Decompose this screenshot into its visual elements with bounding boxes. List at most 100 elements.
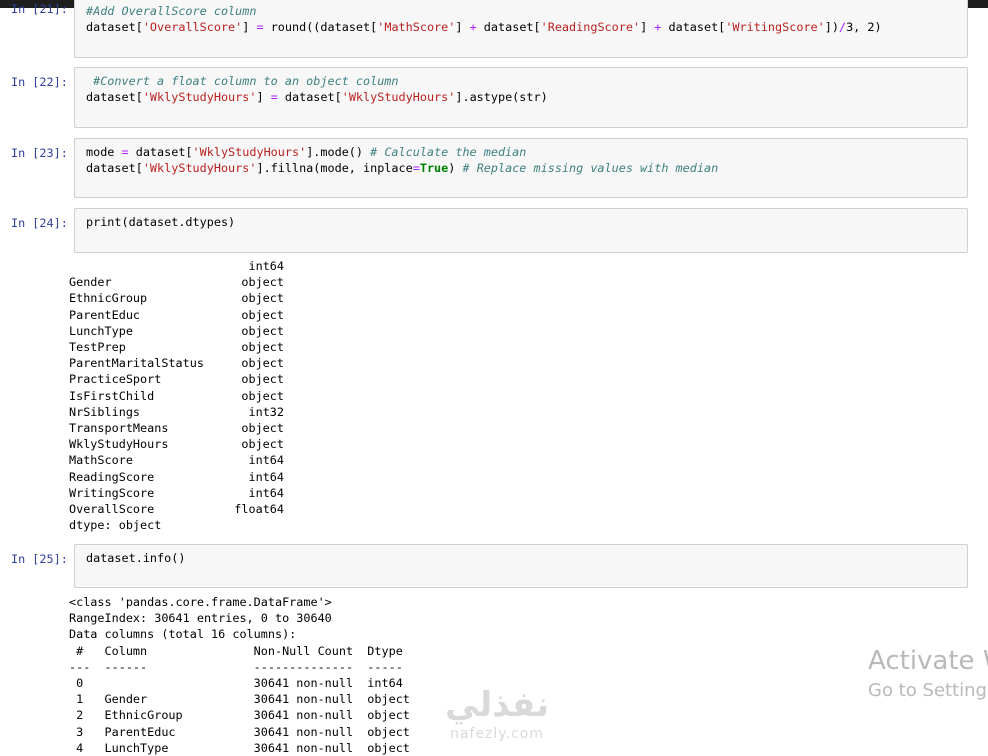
dtype-value: int32 — [248, 404, 284, 419]
info-output-line: 3 ParentEduc 30641 non-null object — [69, 724, 410, 739]
cell-prompt: In [23]: — [11, 146, 68, 160]
info-output-line: --- ------ -------------- ----- — [69, 659, 410, 674]
dtype-value: int64 — [248, 453, 284, 468]
code-token: mode — [86, 145, 122, 159]
dtype-column-name: WklyStudyHours — [69, 437, 169, 452]
code-token: 'WritingScore' — [725, 20, 825, 34]
watermark-latin-text: nafezly.com — [450, 726, 544, 742]
dtype-value: object — [241, 356, 284, 371]
code-token: 'ReadingScore' — [540, 20, 641, 34]
info-output-line: 1 Gender 30641 non-null object — [69, 692, 410, 707]
code-token: ] — [242, 20, 257, 34]
code-line: dataset['OverallScore'] = round((dataset… — [86, 19, 882, 35]
code-line: dataset['WklyStudyHours'].fillna(mode, i… — [86, 160, 718, 176]
code-token: 'WklyStudyHours' — [192, 145, 307, 159]
code-token: #Convert a float column to an object col… — [86, 74, 399, 88]
code-token: / — [838, 20, 847, 34]
code-token: 'WklyStudyHours' — [142, 161, 257, 175]
code-token: ] — [455, 20, 470, 34]
dtype-value: object — [241, 340, 284, 354]
code-token: 'WklyStudyHours' — [341, 90, 456, 104]
code-token: dataset[ — [86, 90, 143, 104]
code-token: ] — [256, 90, 271, 104]
dtype-column-name: NrSiblings — [69, 404, 141, 419]
code-token: # Replace missing values with median — [462, 161, 719, 175]
code-line: dataset['WklyStudyHours'] = dataset['Wkl… — [86, 89, 548, 105]
code-line: #Add OverallScore column — [86, 3, 256, 19]
code-input-area[interactable]: dataset.info() — [74, 544, 968, 588]
dtype-value: int64 — [248, 485, 284, 500]
code-line: print(dataset.dtypes) — [86, 214, 235, 230]
code-line: dataset.info() — [86, 550, 185, 566]
code-token: dataset.info() — [86, 551, 186, 565]
code-token: ].mode() — [306, 145, 371, 159]
dtype-value: object — [241, 421, 284, 435]
code-input-area[interactable]: mode = dataset['WklyStudyHours'].mode() … — [74, 138, 968, 198]
code-token: = — [270, 90, 278, 104]
dtype-value: int64 — [248, 259, 284, 273]
code-token: dataset[ — [128, 145, 193, 159]
code-token: ].fillna(mode, inplace — [256, 161, 413, 175]
info-output-line: 4 LunchType 30641 non-null object — [69, 740, 410, 755]
code-token: = — [256, 20, 264, 34]
info-output-line: 0 30641 non-null int64 — [69, 676, 410, 690]
dtype-value: object — [241, 307, 284, 322]
cell-prompt: In [22]: — [11, 75, 68, 89]
code-input-area[interactable]: #Convert a float column to an object col… — [74, 67, 968, 128]
dtype-value: object — [241, 372, 284, 387]
code-token: round((dataset[ — [263, 20, 378, 34]
dtype-column-name: EthnicGroup — [69, 291, 148, 306]
dtype-value: int64 — [248, 469, 284, 484]
dtype-column-name: ParentEduc — [69, 307, 141, 322]
dtype-column-name: PracticeSport — [69, 372, 162, 387]
info-output-line: # Column Non-Null Count Dtype — [69, 643, 410, 658]
code-token: ]) — [824, 20, 839, 34]
dtype-value: object — [241, 275, 284, 290]
code-token: 'OverallScore' — [142, 20, 243, 34]
code-token: dataset[ — [86, 20, 143, 34]
dtype-column-name: ParentMaritalStatus — [69, 356, 204, 371]
dtype-value: object — [241, 323, 284, 338]
nafezly-watermark: نفذلي nafezly.com — [432, 685, 562, 755]
code-token: ] — [640, 20, 655, 34]
dtype-value: object — [241, 437, 284, 452]
dtype-column-name: LunchType — [69, 323, 133, 338]
code-token: dataset[ — [476, 20, 541, 34]
code-input-area[interactable]: print(dataset.dtypes) — [74, 208, 968, 253]
code-token: #Add OverallScore column — [86, 4, 257, 18]
info-output-line: RangeIndex: 30641 entries, 0 to 30640 — [69, 611, 332, 626]
code-token: ].astype(str) — [455, 90, 548, 104]
code-input-area[interactable]: #Add OverallScore column dataset['Overall… — [74, 0, 968, 58]
dtype-column-name: Gender — [69, 275, 112, 290]
dtype-value: object — [241, 388, 284, 403]
code-token: # Calculate the median — [370, 145, 527, 159]
dtype-value: object — [241, 291, 284, 306]
code-token: 3, 2) — [846, 20, 882, 34]
code-token: = — [121, 145, 129, 159]
cell-prompt: In [21]: — [11, 2, 68, 16]
cell-prompt: In [25]: — [11, 552, 68, 566]
code-token: True — [419, 161, 449, 175]
code-token: 'MathScore' — [377, 20, 456, 34]
watermark-arabic-text: نفذلي — [444, 685, 550, 725]
info-output-line: Data columns (total 16 columns): — [69, 627, 297, 642]
code-token: print(dataset.dtypes) — [86, 215, 236, 229]
dtype-footer: dtype: object — [69, 518, 162, 533]
code-token: dataset[ — [661, 20, 726, 34]
dtype-column-name: TransportMeans — [69, 421, 169, 435]
code-token: dataset[ — [277, 90, 342, 104]
dtype-column-name: ReadingScore — [69, 469, 155, 484]
code-token: = — [412, 161, 420, 175]
code-token: 'WklyStudyHours' — [142, 90, 257, 104]
dtype-value: float64 — [234, 502, 284, 516]
activate-windows-title: Activate W — [868, 646, 988, 676]
code-token: + — [469, 20, 477, 34]
code-line: #Convert a float column to an object col… — [86, 73, 399, 89]
cell-prompt: In [24]: — [11, 216, 68, 230]
info-output-line: <class 'pandas.core.frame.DataFrame'> — [69, 595, 332, 609]
info-output-line: 2 EthnicGroup 30641 non-null object — [69, 708, 410, 723]
activate-windows-subtitle: Go to Setting — [868, 680, 987, 701]
code-token: dataset[ — [86, 161, 143, 175]
dtype-column-name: WritingScore — [69, 485, 155, 500]
dtype-column-name: IsFirstChild — [69, 388, 155, 403]
